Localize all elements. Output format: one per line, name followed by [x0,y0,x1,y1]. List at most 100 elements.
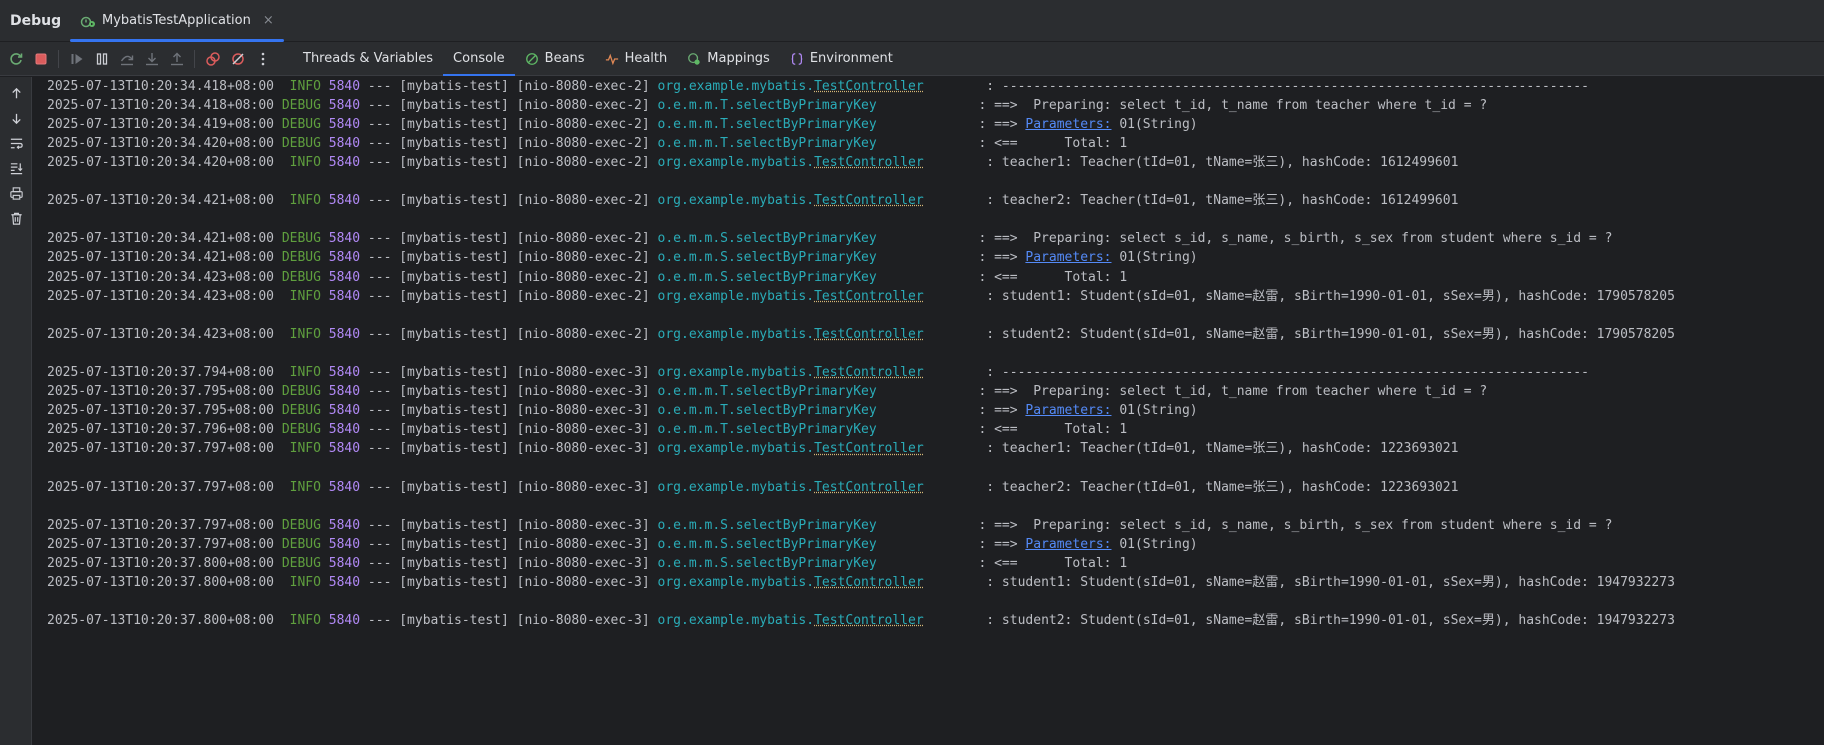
print-button[interactable] [0,181,32,206]
resume-button[interactable] [65,47,89,71]
log-parameters-link[interactable]: Parameters: [1025,537,1111,552]
log-separator: --- [367,479,392,495]
close-icon[interactable]: × [263,13,274,28]
log-logger-class-link[interactable]: TestController [814,193,924,208]
log-logger-class-link[interactable]: TestController [814,155,924,170]
scroll-up-button[interactable] [0,81,32,106]
log-logger-class-link[interactable]: TestController [814,327,924,342]
log-timestamp: 2025-07-13T10:20:37.797+08:00 [47,441,274,457]
log-app-name: [mybatis-test] [399,78,509,94]
rerun-button[interactable] [4,47,28,71]
tab-environment[interactable]: Environment [780,42,903,76]
mute-breakpoints-button[interactable] [226,47,250,71]
log-level: INFO [281,78,321,94]
log-pid: 5840 [328,517,361,533]
log-message: : --------------------------------------… [986,365,1589,380]
log-pid: 5840 [328,154,361,170]
pause-button[interactable] [90,47,114,71]
tool-window-title: Debug [10,12,62,29]
scroll-to-end-button[interactable] [0,156,32,181]
log-app-name: [mybatis-test] [399,517,509,533]
log-parameters-link[interactable]: Parameters: [1025,403,1111,418]
log-thread: [nio-8080-exec-2] [516,250,650,266]
log-logger-class-link[interactable]: TestController [814,441,924,456]
log-separator: --- [367,365,392,380]
tab-beans[interactable]: Beans [515,42,595,76]
log-pid: 5840 [328,556,361,571]
step-into-button[interactable] [140,47,164,71]
log-level: INFO [281,326,321,342]
log-logger-class-link[interactable]: TestController [814,480,924,495]
step-over-button[interactable] [115,47,139,71]
log-logger-class-link[interactable]: TestController [814,289,924,304]
log-padding [924,327,979,342]
log-logger-class-link[interactable]: TestController [814,79,924,94]
log-logger-package: org.example.mybatis. [657,193,815,209]
step-out-button[interactable] [165,47,189,71]
log-padding [924,365,979,380]
log-pid: 5840 [328,384,361,400]
log-message: : ==> Preparing: select t_id, t_name fro… [978,384,1488,400]
clear-all-button[interactable] [0,206,32,231]
step-over-icon [120,55,134,65]
console-output[interactable]: 2025-07-13T10:20:34.418+08:00 INFO 5840 … [33,77,1824,745]
log-message: : student2: Student(sId=01, sName=赵雷, sB… [986,326,1675,342]
log-app-name: [mybatis-test] [399,97,509,113]
log-app-name: [mybatis-test] [399,288,509,304]
log-timestamp: 2025-07-13T10:20:34.423+08:00 [47,288,274,304]
log-pid: 5840 [328,97,361,113]
log-thread: [nio-8080-exec-3] [516,556,650,571]
log-message: : student2: Student(sId=01, sName=赵雷, sB… [986,613,1675,629]
log-app-name: [mybatis-test] [399,536,509,552]
log-level: DEBUG [281,422,321,438]
log-thread: [nio-8080-exec-2] [516,154,650,170]
more-button[interactable] [251,47,275,71]
tab-threads-variables[interactable]: Threads & Variables [293,42,443,76]
log-pid: 5840 [328,116,361,132]
log-pid: 5840 [328,613,361,629]
log-thread: [nio-8080-exec-2] [516,116,650,132]
log-logger-class-link[interactable]: TestController [814,613,924,628]
log-level: DEBUG [281,97,321,113]
log-app-name: [mybatis-test] [399,154,509,170]
log-separator: --- [367,154,392,170]
tab-mappings[interactable]: Mappings [677,42,780,76]
log-level: INFO [281,193,321,209]
log-app-name: [mybatis-test] [399,326,509,342]
log-message: : <== Total: 1 [978,269,1128,285]
log-logger: o.e.m.m.T.selectByPrimaryKey [657,403,877,419]
log-separator: --- [367,517,392,533]
log-separator: --- [367,556,392,571]
log-timestamp: 2025-07-13T10:20:37.800+08:00 [47,613,274,629]
print-icon [9,187,23,200]
view-breakpoints-button[interactable] [201,47,225,71]
tab-health[interactable]: Health [595,42,678,76]
log-thread: [nio-8080-exec-3] [516,479,650,495]
log-padding [877,518,971,533]
scroll-up-icon [11,87,21,99]
run-config-tab[interactable]: MybatisTestApplication × [70,0,284,42]
log-pid: 5840 [328,403,361,419]
log-logger-package: org.example.mybatis. [657,613,815,629]
log-logger-class-link[interactable]: TestController [814,365,924,380]
tab-console[interactable]: Console [443,42,515,76]
log-thread: [nio-8080-exec-2] [516,288,650,304]
log-parameters-link[interactable]: Parameters: [1025,250,1111,265]
log-line: 2025-07-13T10:20:37.800+08:00 INFO 5840 … [47,610,1675,632]
stop-button[interactable] [29,47,53,71]
scroll-down-button[interactable] [0,106,32,131]
log-message: : student1: Student(sId=01, sName=赵雷, sB… [986,288,1675,304]
log-level: DEBUG [281,517,321,533]
resume-icon [71,53,83,64]
soft-wrap-button[interactable] [0,131,32,156]
log-pid: 5840 [328,269,361,285]
log-pid: 5840 [328,193,361,209]
log-logger-class-link[interactable]: TestController [814,575,924,590]
step-into-icon [146,52,158,65]
log-app-name: [mybatis-test] [399,575,509,591]
run-config-tab-label: MybatisTestApplication [102,13,251,28]
log-logger: o.e.m.m.S.selectByPrimaryKey [657,269,877,285]
log-level: DEBUG [281,135,321,151]
log-parameters-link[interactable]: Parameters: [1025,117,1111,132]
log-pid: 5840 [328,441,361,457]
